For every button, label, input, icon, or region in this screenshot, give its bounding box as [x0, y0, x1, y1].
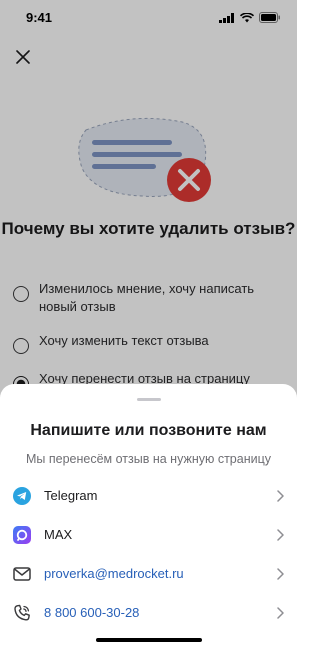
chevron-right-icon [275, 489, 285, 503]
sheet-subtitle: Мы перенесём отзыв на нужную страницу [25, 452, 271, 466]
contact-label: Telegram [44, 488, 98, 503]
chevron-right-icon [275, 567, 285, 581]
contact-telegram[interactable]: Telegram [0, 476, 297, 515]
phone-link[interactable]: 8 800 600-30-28 [44, 605, 275, 620]
telegram-icon [12, 486, 32, 506]
mail-icon [12, 564, 32, 584]
sheet-grabber[interactable] [137, 398, 161, 401]
chevron-right-icon [275, 528, 285, 542]
sheet-title: Напишите или позвоните нам [30, 422, 267, 439]
phone-icon [12, 603, 32, 623]
email-link[interactable]: proverka@medrocket.ru [44, 566, 275, 581]
contact-email[interactable]: proverka@medrocket.ru [0, 554, 297, 593]
max-icon [12, 525, 32, 545]
contact-list: Telegram MAX proverka@medrocket.ru 8 800… [0, 476, 297, 632]
chevron-right-icon [275, 606, 285, 620]
contact-max[interactable]: MAX [0, 515, 297, 554]
contact-bottom-sheet: Напишите или позвоните нам Мы перенесём … [0, 384, 297, 648]
contact-phone[interactable]: 8 800 600-30-28 [0, 593, 297, 632]
home-indicator [96, 638, 202, 642]
contact-label: MAX [44, 527, 73, 542]
